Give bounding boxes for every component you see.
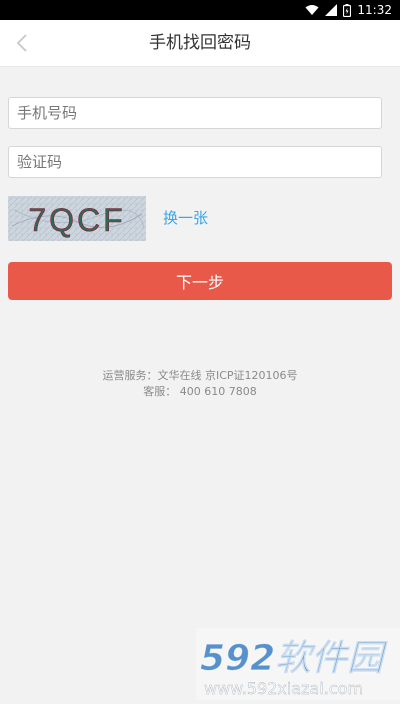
page-title: 手机找回密码 [149,33,251,53]
header: 手机找回密码 [0,20,400,67]
captcha-image[interactable]: 7QCF [8,196,146,241]
wifi-icon [305,5,319,15]
phone-input[interactable] [8,97,382,129]
watermark-url: www.592xiazai.com [204,679,363,698]
watermark-logo: 592软件园 www.592xiazai.com [196,628,400,700]
captcha-text: 7QCF [28,202,125,238]
refresh-captcha-link[interactable]: 换一张 [163,206,208,230]
watermark-brand: 592软件园 [200,638,388,679]
footer: 运营服务：文华在线 京ICP证120106号 客服： 400 610 7808 [0,368,400,400]
captcha-graphic: 7QCF [8,196,146,241]
status-bar: 11:32 [0,0,400,20]
verification-code-input[interactable] [8,146,382,178]
status-icons: 11:32 [305,2,392,18]
next-step-button[interactable]: 下一步 [8,262,392,300]
battery-icon [343,3,352,17]
status-time: 11:32 [357,3,392,17]
customer-service: 客服： 400 610 7808 [143,385,257,398]
watermark-graphic: 592软件园 www.592xiazai.com [196,628,400,700]
operator-info: 运营服务：文华在线 京ICP证120106号 [102,369,298,382]
signal-icon [325,4,338,16]
